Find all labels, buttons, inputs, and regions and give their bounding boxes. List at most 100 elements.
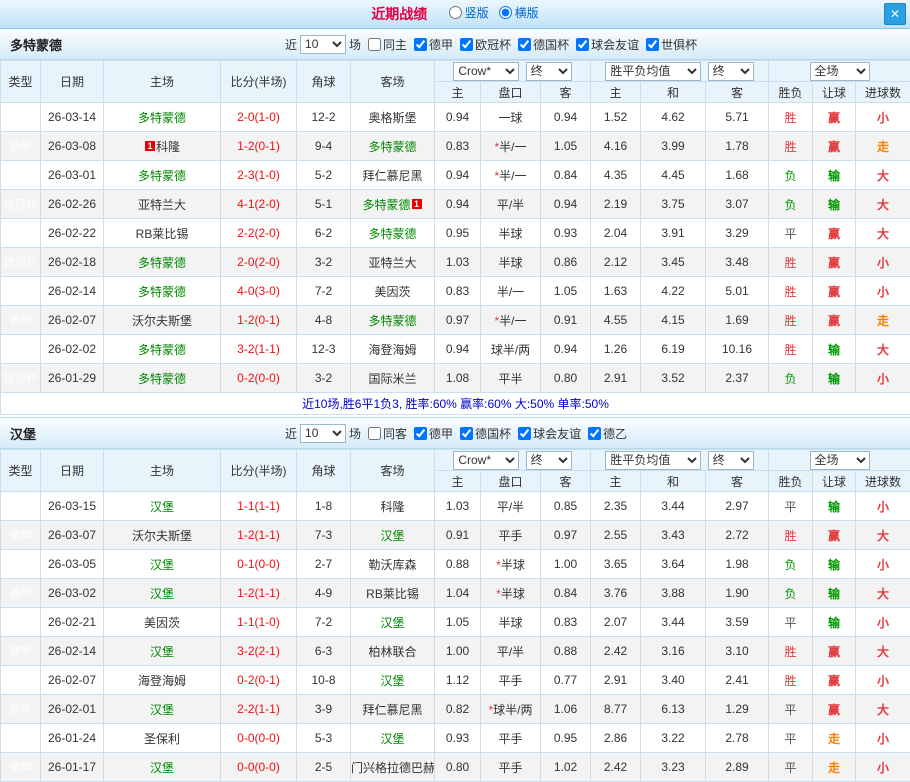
team-label: 汉堡	[150, 500, 174, 514]
bookmaker-select[interactable]: Crow*	[453, 62, 519, 81]
view-radio-input-1[interactable]	[499, 6, 512, 19]
filter-checkbox-0-0[interactable]: 同主	[368, 36, 407, 53]
odds-away: 0.80	[541, 364, 591, 393]
filter-checkbox-0-2[interactable]: 欧冠杯	[460, 36, 511, 53]
team-label: 美因茨	[144, 616, 180, 630]
handicap-result: 赢	[813, 103, 856, 132]
corners: 9-4	[297, 132, 351, 161]
corners: 6-3	[297, 637, 351, 666]
filter-checkbox-input[interactable]	[460, 38, 473, 51]
corners: 5-1	[297, 190, 351, 219]
sub-odds-handicap: 盘口	[481, 82, 541, 103]
view-radio-1[interactable]: 横版	[493, 4, 539, 21]
scope-header-cell: 全场	[769, 450, 910, 471]
avg-select[interactable]: 胜平负均值	[605, 451, 701, 470]
bookmaker-select[interactable]: Crow*	[453, 451, 519, 470]
score: 3-2(1-1)	[221, 335, 297, 364]
result: 胜	[769, 335, 813, 364]
odds-handicap: *半球	[481, 579, 541, 608]
filter-checkbox-input[interactable]	[414, 38, 427, 51]
result: 平	[769, 724, 813, 753]
avg-home: 4.35	[591, 161, 641, 190]
near-count-select[interactable]: 10	[300, 35, 346, 54]
team-label: 奥格斯堡	[368, 111, 416, 125]
odds-home: 0.80	[435, 753, 481, 782]
home-team: 沃尔夫斯堡	[104, 521, 221, 550]
handicap-result: 赢	[813, 132, 856, 161]
team-label: 门兴格拉德巴赫	[351, 761, 435, 775]
avg-away: 10.16	[706, 335, 769, 364]
near-label: 近	[285, 36, 297, 53]
odds-home: 1.05	[435, 608, 481, 637]
avg-select[interactable]: 胜平负均值	[605, 62, 701, 81]
filter-checkbox-input[interactable]	[368, 38, 381, 51]
filter-checkbox-input[interactable]	[576, 38, 589, 51]
filter-checkbox-1-4[interactable]: 德乙	[588, 425, 627, 442]
avg-home: 2.35	[591, 492, 641, 521]
filter-checkbox-input[interactable]	[518, 38, 531, 51]
filter-checkbox-input[interactable]	[368, 427, 381, 440]
sub-avg-away: 客	[706, 471, 769, 492]
team-label: 国际米兰	[368, 372, 416, 386]
sub-result: 胜负	[769, 82, 813, 103]
corners: 3-2	[297, 364, 351, 393]
filter-checkbox-0-5[interactable]: 世俱杯	[646, 36, 697, 53]
filter-checkbox-0-3[interactable]: 德国杯	[518, 36, 569, 53]
corners: 3-2	[297, 248, 351, 277]
goals-result: 小	[856, 753, 910, 782]
home-team: 汉堡	[104, 550, 221, 579]
odds-home: 0.83	[435, 277, 481, 306]
avg-final-select[interactable]: 终	[708, 62, 754, 81]
odds-home: 0.88	[435, 550, 481, 579]
odds-handicap: 一球	[481, 103, 541, 132]
match-row: 欧冠杯26-02-18多特蒙德2-0(2-0)3-2亚特兰大1.03半球0.86…	[1, 248, 910, 277]
filter-checkbox-1-1[interactable]: 德甲	[414, 425, 453, 442]
avg-final-select[interactable]: 终	[708, 451, 754, 470]
score: 1-2(0-1)	[221, 132, 297, 161]
odds-final-select[interactable]: 终	[526, 62, 572, 81]
away-team: 亚特兰大	[351, 248, 435, 277]
filter-checkbox-1-3[interactable]: 球会友谊	[518, 425, 581, 442]
result: 负	[769, 161, 813, 190]
match-row: 德甲26-02-07沃尔夫斯堡1-2(0-1)4-8多特蒙德0.97*半/一0.…	[1, 306, 910, 335]
filter-checkbox-input[interactable]	[588, 427, 601, 440]
match-date: 26-01-17	[41, 753, 104, 782]
filter-checkbox-0-1[interactable]: 德甲	[414, 36, 453, 53]
col-date: 日期	[41, 450, 104, 492]
handicap-result: 赢	[813, 219, 856, 248]
filter-checkbox-1-2[interactable]: 德国杯	[460, 425, 511, 442]
odds-final-select[interactable]: 终	[526, 451, 572, 470]
titlebar-center: 近期战绩 竖版横版	[371, 4, 538, 24]
match-date: 26-02-07	[41, 306, 104, 335]
close-button[interactable]: ✕	[884, 3, 906, 25]
asterisk-mark: *	[496, 587, 501, 601]
score: 1-2(0-1)	[221, 306, 297, 335]
filter-checkbox-0-4[interactable]: 球会友谊	[576, 36, 639, 53]
near-count-select[interactable]: 10	[300, 424, 346, 443]
score: 2-0(1-0)	[221, 103, 297, 132]
odds-handicap: 平手	[481, 666, 541, 695]
match-row: 德甲26-02-07海登海姆0-2(0-1)10-8汉堡1.12平手0.772.…	[1, 666, 910, 695]
corners: 5-3	[297, 724, 351, 753]
scope-select[interactable]: 全场	[810, 451, 870, 470]
filter-checkbox-input[interactable]	[460, 427, 473, 440]
filter-checkbox-input[interactable]	[414, 427, 427, 440]
filter-checkbox-input[interactable]	[646, 38, 659, 51]
view-radio-0[interactable]: 竖版	[443, 4, 489, 21]
odds-home: 1.03	[435, 248, 481, 277]
team-label: 圣保利	[144, 732, 180, 746]
scope-select[interactable]: 全场	[810, 62, 870, 81]
avg-home: 1.26	[591, 335, 641, 364]
score: 1-2(1-1)	[221, 521, 297, 550]
avg-home: 2.19	[591, 190, 641, 219]
view-radio-input-0[interactable]	[449, 6, 462, 19]
filter-checkbox-input[interactable]	[518, 427, 531, 440]
avg-away: 3.07	[706, 190, 769, 219]
odds-home: 0.93	[435, 724, 481, 753]
avg-draw: 4.15	[641, 306, 706, 335]
avg-away: 1.29	[706, 695, 769, 724]
sub-avg-home: 主	[591, 82, 641, 103]
odds-handicap: *半球	[481, 550, 541, 579]
filter-checkbox-1-0[interactable]: 同客	[368, 425, 407, 442]
home-team: 多特蒙德	[104, 277, 221, 306]
